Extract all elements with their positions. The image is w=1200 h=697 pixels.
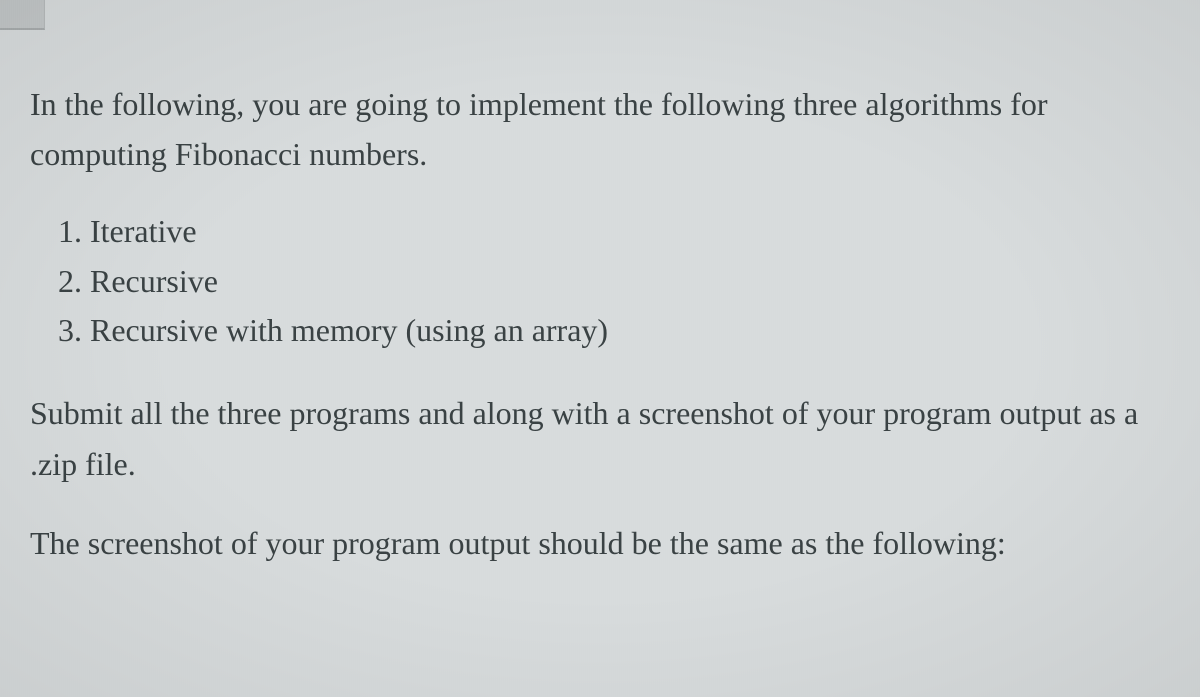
algorithm-list: 1. Iterative 2. Recursive 3. Recursive w… — [58, 207, 1170, 356]
list-text: Iterative — [90, 213, 197, 249]
list-number: 1. — [58, 213, 82, 249]
intro-paragraph: In the following, you are going to imple… — [30, 80, 1170, 179]
list-item: 1. Iterative — [58, 207, 1170, 257]
list-item: 2. Recursive — [58, 257, 1170, 307]
page-corner-fold — [0, 0, 45, 30]
list-item: 3. Recursive with memory (using an array… — [58, 306, 1170, 356]
list-text: Recursive with memory (using an array) — [90, 312, 608, 348]
output-note-paragraph: The screenshot of your program output sh… — [30, 518, 1170, 569]
document-content: In the following, you are going to imple… — [0, 0, 1200, 600]
submit-paragraph: Submit all the three programs and along … — [30, 388, 1170, 490]
list-number: 3. — [58, 312, 82, 348]
list-text: Recursive — [90, 263, 218, 299]
list-number: 2. — [58, 263, 82, 299]
